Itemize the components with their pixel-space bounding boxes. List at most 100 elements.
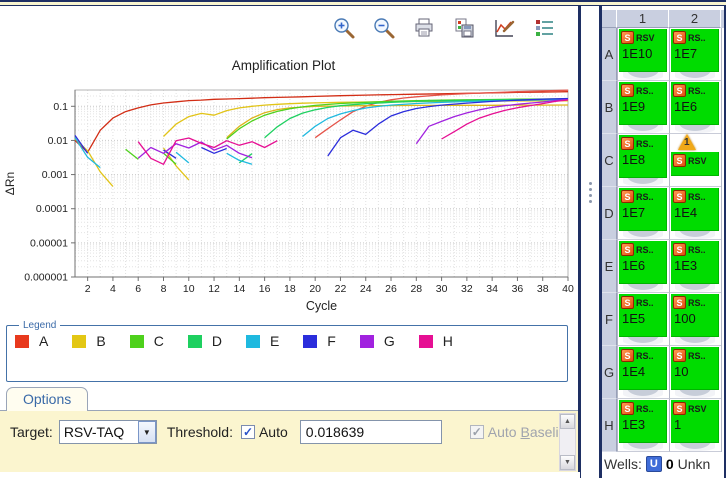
well-H2[interactable]: S RSV 1 <box>669 399 721 452</box>
well-A2[interactable]: S RS.. 1E7 <box>669 28 721 81</box>
well-quantity-value: 1E6 <box>622 258 646 273</box>
unknown-wells-count: 0 <box>665 456 674 472</box>
plate-row-H: H S RS.. 1E3 S RSV 1 <box>602 399 724 452</box>
well-top-row: S RS.. <box>671 82 718 97</box>
plate-row-header-D[interactable]: D <box>602 187 617 240</box>
well-quantity-value: 1E4 <box>674 205 698 220</box>
threshold-input[interactable] <box>299 420 442 444</box>
plate-column-header-2[interactable]: 2 <box>669 10 721 28</box>
plot-settings-button[interactable] <box>491 15 518 42</box>
x-tick-label: 6 <box>135 283 141 295</box>
panel-splitter[interactable] <box>580 6 600 478</box>
plate-column-sliver <box>721 293 724 346</box>
legend-label: G <box>383 333 395 349</box>
series-G-baseline-1 <box>137 141 253 159</box>
scroll-up-icon[interactable]: ▲ <box>560 414 575 429</box>
well-B1[interactable]: S RS.. 1E9 <box>617 81 669 134</box>
well-bottom-arc <box>623 337 663 345</box>
print-button[interactable] <box>411 15 438 42</box>
well-quantity-value: 1E10 <box>622 46 653 61</box>
well-top-row: S RS.. <box>619 82 666 97</box>
legend-swatch-E <box>245 334 260 348</box>
well-sample-block: S RS.. 1E7 <box>619 188 667 231</box>
plate-row-header-B[interactable]: B <box>602 81 617 134</box>
target-dropdown[interactable]: RSV-TAQ ▼ <box>58 420 157 444</box>
plate-row-header-A[interactable]: A <box>602 28 617 81</box>
legend-label: H <box>442 333 453 349</box>
plate-row-header-C[interactable]: C <box>602 134 617 187</box>
plate-row-header-E[interactable]: E <box>602 240 617 293</box>
x-tick-label: 14 <box>233 283 245 295</box>
plate-row-C: C S RS.. 1E8 1 S RSV <box>602 134 724 187</box>
well-C2[interactable]: 1 S RSV <box>669 134 721 187</box>
legend-swatch-A <box>15 334 29 348</box>
plate-row-header-H[interactable]: H <box>602 399 617 452</box>
well-D2[interactable]: S RS.. 1E4 <box>669 187 721 240</box>
options-row: Target: RSV-TAQ ▼ Threshold: ✓ Auto ✓ Au… <box>10 420 574 444</box>
well-C1[interactable]: S RS.. 1E8 <box>617 134 669 187</box>
well-E1[interactable]: S RS.. 1E6 <box>617 240 669 293</box>
options-vertical-scrollbar[interactable]: ▲ ▼ <box>559 413 576 471</box>
well-G1[interactable]: S RS.. 1E4 <box>617 346 669 399</box>
well-top-row: S RSV <box>671 400 718 415</box>
plate-header-row: 12 <box>602 10 724 28</box>
well-target-label: RSV <box>688 403 707 414</box>
zoom-in-button[interactable] <box>331 15 358 42</box>
well-bottom-arc <box>623 390 663 398</box>
well-quantity-value: 1 <box>674 417 682 432</box>
x-tick-label: 18 <box>284 283 296 295</box>
legend-swatch-F <box>303 334 318 348</box>
x-axis-label: Cycle <box>306 299 337 313</box>
threshold-label: Threshold: <box>166 424 233 440</box>
plate-row-header-F[interactable]: F <box>602 293 617 346</box>
well-bottom-arc <box>675 443 715 451</box>
auto-threshold-checkbox[interactable]: ✓ <box>240 425 255 439</box>
x-tick-label: 32 <box>461 283 473 295</box>
well-A1[interactable]: S RSV 1E10 <box>617 28 669 81</box>
well-top-row: S RSV <box>619 29 666 44</box>
legend-swatch-H <box>418 334 433 348</box>
auto-baseline-checkbox[interactable]: ✓ <box>469 425 484 439</box>
well-quantity-value: 1E9 <box>622 99 646 114</box>
well-B2[interactable]: S RS.. 1E6 <box>669 81 721 134</box>
legend-label: B <box>96 333 106 349</box>
y-tick-label: 0.00001 <box>30 237 68 249</box>
well-G2[interactable]: S RS.. 10 <box>669 346 721 399</box>
well-F1[interactable]: S RS.. 1E5 <box>617 293 669 346</box>
standard-sample-icon: S <box>673 243 686 256</box>
well-bottom-arc <box>623 72 663 80</box>
plate-corner[interactable] <box>602 10 617 28</box>
legend-label: C <box>153 333 164 349</box>
plate-row-D: D S RS.. 1E7 S RS.. 1E4 <box>602 187 724 240</box>
well-D1[interactable]: S RS.. 1E7 <box>617 187 669 240</box>
well-E2[interactable]: S RS.. 1E3 <box>669 240 721 293</box>
zoom-in-icon <box>332 16 357 40</box>
well-top-row: S RS.. <box>619 400 666 415</box>
auto-threshold-label: Auto <box>258 424 288 440</box>
x-tick-label: 26 <box>385 283 397 295</box>
x-tick-label: 8 <box>161 283 167 295</box>
plate-row-header-G[interactable]: G <box>602 346 617 399</box>
plate-row-B: B S RS.. 1E9 S RS.. 1E6 <box>602 81 724 134</box>
chevron-down-icon[interactable]: ▼ <box>137 421 156 443</box>
legend-toggle-button[interactable] <box>531 15 558 42</box>
well-sample-block: S RSV 1E10 <box>619 29 667 72</box>
x-tick-label: 2 <box>85 283 91 295</box>
line-chart-icon <box>492 16 517 40</box>
well-sample-block: S RSV 1 <box>671 400 719 443</box>
plate-column-header-1[interactable]: 1 <box>617 10 669 28</box>
plate-column-sliver <box>721 399 724 452</box>
tab-options[interactable]: Options <box>6 387 89 411</box>
well-sample-block: S RS.. 1E9 <box>619 82 667 125</box>
well-F2[interactable]: S RS.. 100 <box>669 293 721 346</box>
zoom-out-button[interactable] <box>371 15 398 42</box>
well-sample-block: S RS.. 1E4 <box>671 188 719 231</box>
scroll-down-icon[interactable]: ▼ <box>560 455 575 470</box>
x-tick-label: 16 <box>259 283 271 295</box>
well-bottom-arc <box>675 231 715 239</box>
copy-button[interactable] <box>451 15 478 42</box>
well-H1[interactable]: S RS.. 1E3 <box>617 399 669 452</box>
standard-sample-icon: S <box>621 349 634 362</box>
well-top-row: S RS.. <box>619 135 666 150</box>
x-tick-label: 38 <box>537 283 549 295</box>
